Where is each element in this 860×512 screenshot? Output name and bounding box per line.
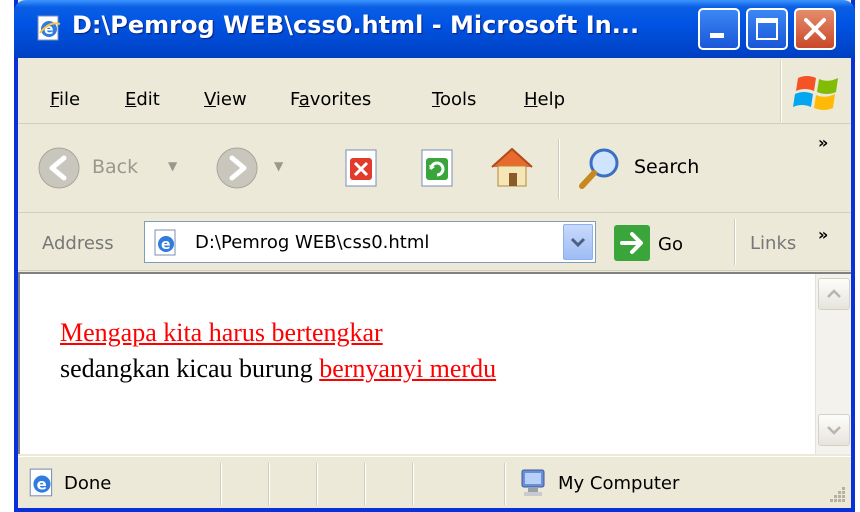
back-dropdown-icon: ▼ — [168, 159, 178, 173]
status-divider — [268, 463, 270, 505]
menu-edit[interactable]: Edit — [125, 89, 160, 110]
menu-file[interactable]: File — [50, 89, 80, 110]
search-icon — [579, 148, 619, 189]
browser-window: e D:\Pemrog WEB\css0.html - Microsoft In… — [14, 0, 855, 512]
back-button[interactable]: Back ▼ — [36, 145, 186, 191]
menu-favorites-label: Favorites — [290, 89, 372, 110]
status-bar: e Done My Computer — [18, 456, 851, 508]
menu-bar: File Edit View Favorites Tools Help — [18, 58, 851, 124]
content-line-1: Mengapa kita harus bertengkar — [60, 318, 383, 348]
status-divider — [316, 463, 318, 505]
zone-text: My Computer — [558, 473, 680, 494]
link-bernyanyi[interactable]: bernyanyi merdu — [319, 354, 496, 383]
maximize-button[interactable] — [746, 8, 788, 50]
menu-help[interactable]: Help — [524, 89, 565, 110]
chevron-up-icon — [827, 289, 841, 298]
home-icon[interactable] — [486, 141, 538, 193]
scroll-up-button[interactable] — [818, 278, 850, 310]
menu-separator — [780, 60, 782, 122]
go-arrow-icon — [620, 232, 643, 254]
svg-text:e: e — [37, 475, 47, 493]
search-label: Search — [634, 156, 700, 178]
page-content: Mengapa kita harus bertengkar sedangkan … — [18, 272, 851, 454]
go-label[interactable]: Go — [658, 234, 683, 255]
address-dropdown-button[interactable] — [563, 224, 593, 260]
window-title: D:\Pemrog WEB\css0.html - Microsoft In..… — [72, 11, 640, 39]
maximize-icon — [756, 18, 778, 40]
forward-dropdown-icon: ▼ — [274, 159, 284, 173]
menu-view-label: View — [204, 89, 247, 110]
address-value: D:\Pemrog WEB\css0.html — [195, 232, 430, 253]
chevron-down-icon — [827, 426, 841, 435]
go-button[interactable] — [614, 225, 650, 261]
menu-edit-label: Edit — [125, 89, 160, 110]
address-input[interactable]: e D:\Pemrog WEB\css0.html — [144, 221, 596, 263]
ie-page-icon: e — [154, 229, 176, 256]
content-text: sedangkan kicau burung — [60, 354, 320, 383]
links-overflow-chevron[interactable]: » — [818, 225, 828, 244]
menu-favorites[interactable]: Favorites — [290, 89, 371, 110]
address-bar: Address e D:\Pemrog WEB\css0.html Go Lin… — [18, 213, 851, 271]
status-text: Done — [64, 473, 112, 494]
close-button[interactable] — [794, 8, 836, 50]
vertical-scrollbar[interactable] — [815, 274, 851, 454]
toolbar-overflow-chevron[interactable]: » — [818, 133, 828, 152]
status-divider — [364, 463, 366, 505]
forward-button[interactable]: ▼ — [214, 145, 294, 191]
close-icon — [804, 18, 826, 40]
links-label[interactable]: Links — [750, 233, 796, 254]
resize-grip-icon[interactable] — [827, 484, 847, 504]
windows-flag-icon — [793, 76, 838, 110]
minimize-button[interactable] — [698, 8, 740, 50]
ie-page-icon: e — [29, 468, 53, 497]
title-bar[interactable]: e D:\Pemrog WEB\css0.html - Microsoft In… — [14, 0, 855, 58]
back-arrow-icon — [38, 147, 80, 189]
chevron-down-icon — [570, 237, 586, 248]
content-line-2: sedangkan kicau burung bernyanyi merdu — [60, 354, 496, 384]
menu-tools-label: Tools — [432, 89, 477, 110]
toolbar-separator — [558, 139, 560, 199]
scroll-down-button[interactable] — [818, 414, 850, 446]
menu-tools[interactable]: Tools — [432, 89, 476, 110]
forward-arrow-icon — [216, 147, 258, 189]
address-separator — [734, 219, 736, 265]
my-computer-icon — [521, 469, 545, 496]
status-divider — [220, 463, 222, 505]
menu-file-label: File — [50, 89, 81, 110]
status-divider — [412, 463, 414, 505]
ie-page-icon: e — [37, 15, 61, 41]
status-divider — [504, 463, 506, 505]
stop-icon[interactable] — [340, 146, 384, 190]
address-label: Address — [42, 233, 114, 254]
svg-text:e: e — [161, 237, 171, 253]
refresh-icon[interactable] — [416, 146, 460, 190]
menu-view[interactable]: View — [204, 89, 247, 110]
standard-toolbar: Back ▼ ▼ Search » — [18, 125, 851, 213]
minimize-icon — [710, 33, 724, 38]
back-label: Back — [92, 156, 139, 178]
menu-help-label: Help — [524, 89, 566, 110]
search-button[interactable]: Search — [574, 143, 734, 193]
link-mengapa[interactable]: Mengapa kita harus bertengkar — [60, 318, 383, 347]
